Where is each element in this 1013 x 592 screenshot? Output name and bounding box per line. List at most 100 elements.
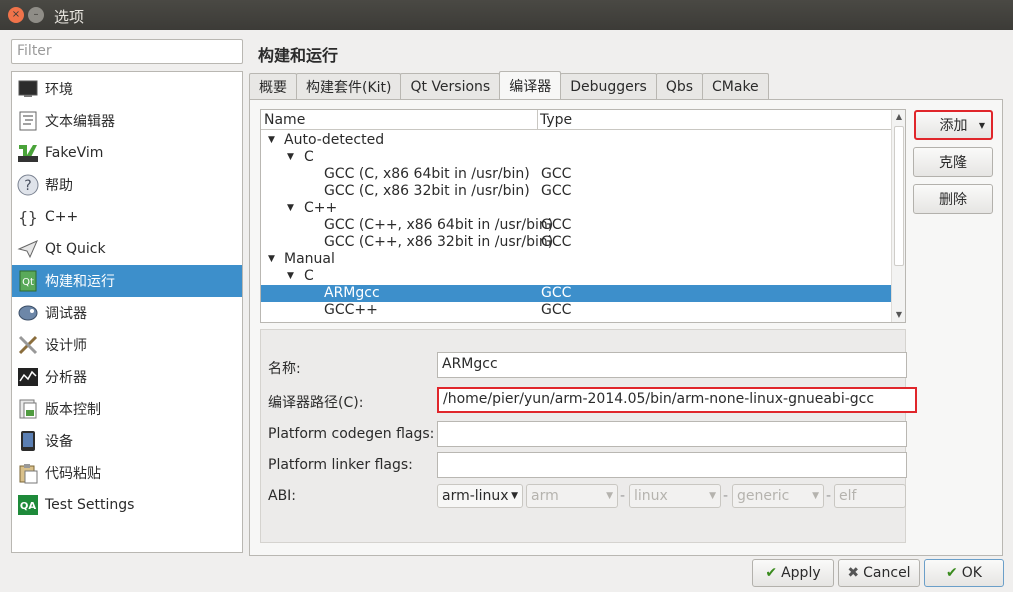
delete-button[interactable]: 删除 — [913, 184, 993, 214]
sidebar-item-qtquick[interactable]: Qt Quick — [12, 233, 242, 265]
sidebar-item-analyzer[interactable]: 分析器 — [12, 361, 242, 393]
sidebar-item-text-editor[interactable]: 文本编辑器 — [12, 105, 242, 137]
tree-scrollbar[interactable]: ▲ ▼ — [891, 110, 905, 322]
analyzer-icon — [17, 366, 39, 388]
linker-flags-label: Platform linker flags: — [268, 457, 413, 473]
sidebar-item-label: 分析器 — [45, 370, 87, 386]
compiler-path-label: 编译器路径(C): — [268, 395, 364, 411]
abi-flavor-select: generic ▼ — [732, 484, 824, 508]
sidebar-item-version-control[interactable]: 版本控制 — [12, 393, 242, 425]
tree-row[interactable]: ▼ Manual — [261, 251, 891, 268]
sidebar-item-environment[interactable]: 环境 — [12, 73, 242, 105]
expand-arrow-icon[interactable]: ▼ — [268, 251, 275, 268]
tree-row[interactable]: GCC (C++, x86 32bit in /usr/bin) GCC — [261, 234, 891, 251]
svg-text:QA: QA — [20, 501, 37, 512]
tree-row[interactable]: ▼ C — [261, 268, 891, 285]
sidebar-item-label: Qt Quick — [45, 241, 106, 257]
cpp-braces-icon: {} — [17, 206, 39, 228]
expand-arrow-icon[interactable]: ▼ — [287, 268, 294, 285]
sidebar-item-label: 设备 — [45, 434, 73, 450]
device-icon — [17, 430, 39, 452]
scroll-down-icon[interactable]: ▼ — [892, 308, 905, 322]
sidebar-item-label: FakeVim — [45, 145, 104, 161]
name-field[interactable]: ARMgcc — [437, 352, 907, 378]
svg-text:?: ? — [24, 178, 31, 194]
abi-arch-select[interactable]: arm-linux ▼ — [437, 484, 523, 508]
codegen-flags-field[interactable] — [437, 421, 907, 447]
sidebar-item-label: 构建和运行 — [45, 274, 115, 290]
sidebar-item-build-run[interactable]: Qt 构建和运行 — [12, 265, 242, 297]
text-editor-icon — [17, 110, 39, 132]
version-control-icon — [17, 398, 39, 420]
add-button[interactable]: 添加 ▼ — [914, 110, 993, 140]
tree-row[interactable]: GCC++ GCC — [261, 302, 891, 319]
tab-qbs[interactable]: Qbs — [655, 73, 704, 100]
tree-header: Name Type — [261, 110, 891, 130]
filter-input[interactable]: Filter — [11, 39, 243, 64]
sidebar-item-designer[interactable]: 设计师 — [12, 329, 242, 361]
expand-arrow-icon[interactable]: ▼ — [268, 132, 275, 149]
expand-arrow-icon[interactable]: ▼ — [287, 200, 294, 217]
compiler-tree[interactable]: Name Type ▼ Auto-detected ▼ C GCC (C, x8… — [260, 109, 906, 323]
sidebar: 环境 文本编辑器 FakeVim ? 帮助 {} C++ Qt Quick Qt… — [11, 71, 243, 553]
tab-overview[interactable]: 概要 — [249, 73, 297, 100]
check-icon: ✔ — [946, 565, 958, 581]
monitor-icon — [17, 78, 39, 100]
ok-button[interactable]: ✔ OK — [924, 559, 1004, 587]
sidebar-item-fakevim[interactable]: FakeVim — [12, 137, 242, 169]
sidebar-item-devices[interactable]: 设备 — [12, 425, 242, 457]
sidebar-item-debugger[interactable]: 调试器 — [12, 297, 242, 329]
fakevim-icon — [17, 142, 39, 164]
cancel-button[interactable]: ✖ Cancel — [838, 559, 920, 587]
tree-row[interactable]: GCC (C, x86 32bit in /usr/bin) GCC — [261, 183, 891, 200]
column-header-type[interactable]: Type — [540, 112, 572, 128]
tab-qt-versions[interactable]: Qt Versions — [400, 73, 501, 100]
minimize-icon[interactable]: – — [28, 7, 44, 23]
help-icon: ? — [17, 174, 39, 196]
scroll-up-icon[interactable]: ▲ — [892, 110, 905, 124]
tree-row[interactable]: GCC (C++, x86 64bit in /usr/bin) GCC — [261, 217, 891, 234]
sidebar-item-label: 环境 — [45, 82, 73, 98]
cancel-icon: ✖ — [847, 565, 860, 581]
sidebar-item-label: 调试器 — [45, 306, 87, 322]
sidebar-item-code-paste[interactable]: 代码粘贴 — [12, 457, 242, 489]
sidebar-item-help[interactable]: ? 帮助 — [12, 169, 242, 201]
svg-text:Qt: Qt — [22, 277, 34, 288]
chevron-down-icon: ▼ — [511, 491, 518, 501]
window-title: 选项 — [54, 8, 85, 26]
tab-kits[interactable]: 构建套件(Kit) — [296, 73, 402, 100]
abi-cpu-select: arm ▼ — [526, 484, 618, 508]
close-icon[interactable]: × — [8, 7, 24, 23]
tab-cmake[interactable]: CMake — [702, 73, 769, 100]
tree-row[interactable]: ▼ C++ — [261, 200, 891, 217]
sidebar-item-label: Test Settings — [45, 497, 135, 513]
sidebar-item-cpp[interactable]: {} C++ — [12, 201, 242, 233]
tab-compilers[interactable]: 编译器 — [499, 71, 562, 100]
column-header-name[interactable]: Name — [264, 112, 305, 128]
sidebar-item-test-settings[interactable]: QA Test Settings — [12, 489, 242, 521]
tree-row[interactable]: ▼ Auto-detected — [261, 132, 891, 149]
compiler-path-field[interactable]: /home/pier/yun/arm-2014.05/bin/arm-none-… — [437, 387, 917, 413]
clone-button[interactable]: 克隆 — [913, 147, 993, 177]
tree-row-selected[interactable]: ARMgcc GCC — [261, 285, 891, 302]
codegen-flags-label: Platform codegen flags: — [268, 426, 435, 442]
code-paste-icon — [17, 462, 39, 484]
svg-text:{}: {} — [18, 208, 37, 227]
tab-debuggers[interactable]: Debuggers — [560, 73, 657, 100]
title-bar: × – 选项 — [0, 0, 1013, 30]
debugger-icon — [17, 302, 39, 324]
page-title: 构建和运行 — [258, 46, 339, 65]
linker-flags-field[interactable] — [437, 452, 907, 478]
tree-row[interactable]: ▼ C — [261, 149, 891, 166]
scrollbar-thumb[interactable] — [894, 126, 904, 266]
qtquick-icon — [17, 238, 39, 260]
chevron-down-icon: ▼ — [812, 491, 819, 501]
expand-arrow-icon[interactable]: ▼ — [287, 149, 294, 166]
chevron-down-icon: ▼ — [606, 491, 613, 501]
designer-icon — [17, 334, 39, 356]
abi-format-select: elf — [834, 484, 906, 508]
sidebar-item-label: 帮助 — [45, 178, 73, 194]
qa-icon: QA — [17, 494, 39, 516]
apply-button[interactable]: ✔ Apply — [752, 559, 834, 587]
tree-row[interactable]: GCC (C, x86 64bit in /usr/bin) GCC — [261, 166, 891, 183]
